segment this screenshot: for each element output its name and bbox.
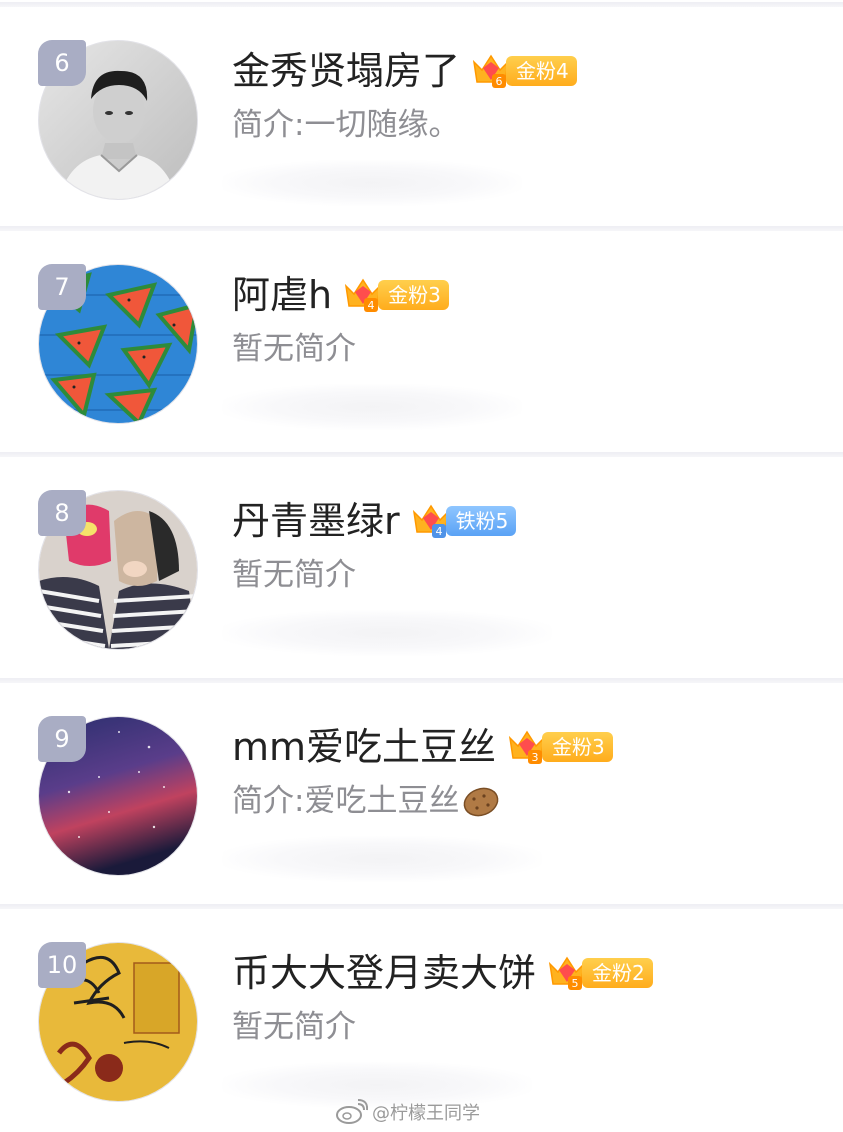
badge-label: 金粉4 xyxy=(506,56,577,86)
username[interactable]: 丹青墨绿r xyxy=(232,496,400,546)
username[interactable]: 金秀贤塌房了 xyxy=(232,46,460,96)
name-line: 阿虐h 4 金粉3 xyxy=(232,270,449,320)
username[interactable]: mm爱吃土豆丝 xyxy=(232,722,496,772)
fan-badge[interactable]: 6 金粉4 xyxy=(470,54,577,88)
bio-label: 简介:一切随缘。 xyxy=(232,107,460,143)
rank-badge: 6 xyxy=(38,40,86,86)
name-line: 币大大登月卖大饼 5 金粉2 xyxy=(232,948,653,998)
badge-level: 6 xyxy=(496,75,503,88)
fan-badge[interactable]: 4 金粉3 xyxy=(342,278,449,312)
badge-label: 金粉3 xyxy=(542,732,613,762)
badge-level: 4 xyxy=(435,525,442,538)
row-separator xyxy=(0,226,843,231)
rank-badge: 8 xyxy=(38,490,86,536)
avatar-container[interactable]: 10 xyxy=(38,942,198,1102)
redacted-blur xyxy=(222,610,552,656)
badge-level: 5 xyxy=(572,977,579,990)
row-separator xyxy=(0,2,843,7)
bio-label: 暂无简介 xyxy=(232,331,356,367)
avatar-container[interactable]: 9 xyxy=(38,716,198,876)
bio-label: 简介:爱吃土豆丝 xyxy=(232,783,460,819)
row-separator xyxy=(0,452,843,457)
list-item[interactable]: 9 mm爱吃土豆丝 3 金粉3 简介:爱吃土豆丝 xyxy=(0,684,843,904)
name-line: 金秀贤塌房了 6 金粉4 xyxy=(232,46,577,96)
rank-badge: 10 xyxy=(38,942,86,988)
bio-text: 简介:爱吃土豆丝 xyxy=(232,779,501,823)
weibo-icon xyxy=(336,1099,368,1124)
avatar-container[interactable]: 6 xyxy=(38,40,198,200)
bio-text: 简介:一切随缘。 xyxy=(232,103,459,147)
redacted-blur xyxy=(222,836,542,882)
bio-text: 暂无简介 xyxy=(232,1005,356,1049)
list-item[interactable]: 8 丹青墨绿r 4 铁粉5 暂无简介 xyxy=(0,458,843,678)
rank-badge: 7 xyxy=(38,264,86,310)
fan-badge[interactable]: 3 金粉3 xyxy=(506,730,613,764)
watermark: @柠檬王同学 xyxy=(334,1096,480,1128)
bio-text: 暂无简介 xyxy=(232,327,356,371)
redacted-blur xyxy=(222,160,522,206)
rank-badge: 9 xyxy=(38,716,86,762)
watermark-text: @柠檬王同学 xyxy=(372,1103,480,1124)
name-line: mm爱吃土豆丝 3 金粉3 xyxy=(232,722,613,772)
row-separator xyxy=(0,904,843,909)
badge-label: 金粉2 xyxy=(582,958,653,988)
badge-level: 3 xyxy=(532,751,539,764)
badge-label: 金粉3 xyxy=(378,280,449,310)
badge-label: 铁粉5 xyxy=(445,506,517,536)
fan-badge[interactable]: 4 铁粉5 xyxy=(410,504,517,538)
redacted-blur xyxy=(222,384,522,430)
name-line: 丹青墨绿r 4 铁粉5 xyxy=(232,496,517,546)
badge-level: 4 xyxy=(368,299,375,312)
list-item[interactable]: 6 金秀贤塌房了 6 金粉4 简介:一切随缘。 xyxy=(0,8,843,228)
row-separator xyxy=(0,678,843,683)
fan-ranking-list: 6 金秀贤塌房了 6 金粉4 简介:一切随缘。 7 阿虐h 4 金粉3 暂无简介… xyxy=(0,0,843,1132)
list-item[interactable]: 7 阿虐h 4 金粉3 暂无简介 xyxy=(0,232,843,452)
bio-label: 暂无简介 xyxy=(232,557,356,593)
bio-text: 暂无简介 xyxy=(232,553,356,597)
potato-icon xyxy=(464,787,499,817)
avatar-container[interactable]: 7 xyxy=(38,264,198,424)
username[interactable]: 阿虐h xyxy=(232,270,332,320)
fan-badge[interactable]: 5 金粉2 xyxy=(546,956,653,990)
bio-label: 暂无简介 xyxy=(232,1009,356,1045)
avatar-container[interactable]: 8 xyxy=(38,490,198,650)
username[interactable]: 币大大登月卖大饼 xyxy=(232,948,536,998)
